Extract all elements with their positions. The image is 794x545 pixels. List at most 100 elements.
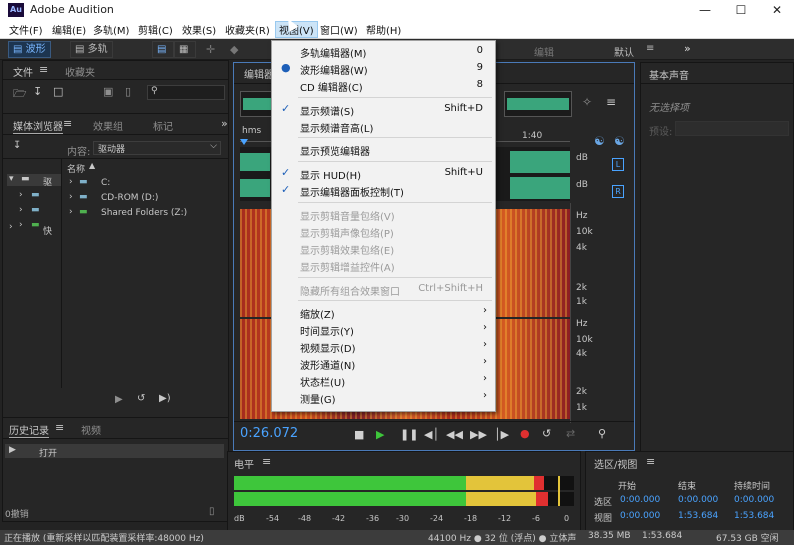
menu-item-waveform-channels[interactable]: 波形通道(N) › <box>272 355 495 372</box>
preset-select[interactable] <box>675 121 789 136</box>
expand-icon[interactable]: › <box>9 222 13 232</box>
menu-window[interactable]: 窗口(W) <box>320 22 358 37</box>
menu-item-multitrack-editor[interactable]: 多轨编辑器(M) 0 <box>272 43 495 60</box>
tab-media-browser[interactable]: 媒体浏览器 <box>13 118 63 134</box>
delete-icon[interactable]: ▯ <box>125 85 131 98</box>
timecode[interactable]: 0:26.072 <box>240 426 298 441</box>
move-tool-icon[interactable]: ✛ <box>206 43 215 56</box>
menu-file[interactable]: 文件(F) <box>9 22 43 37</box>
tab-video[interactable]: 视频 <box>81 422 101 437</box>
headphones-icon[interactable]: ☯ <box>594 134 605 148</box>
skip-forward-icon[interactable]: │▶ <box>494 428 509 441</box>
menu-item-video-display[interactable]: 视频显示(D) › <box>272 338 495 355</box>
menu-item-show-spectral[interactable]: ✓ 显示频谱(S) Shift+D <box>272 101 495 118</box>
expand-icon[interactable]: › <box>19 205 23 215</box>
maximize-icon[interactable]: ☐ <box>724 0 758 20</box>
menu-item-metering[interactable]: 测量(G) › <box>272 389 495 406</box>
new-file-icon[interactable]: □ <box>53 85 63 98</box>
view-duration[interactable]: 1:53.684 <box>734 511 774 521</box>
menu-effects[interactable]: 效果(S) <box>182 22 216 37</box>
playhead-icon[interactable] <box>240 139 248 145</box>
panel-menu-icon[interactable]: ≡ <box>39 63 48 76</box>
view-end[interactable]: 1:53.684 <box>678 511 718 521</box>
tab-editor[interactable]: 编辑器 <box>244 66 274 81</box>
skip-back-icon[interactable]: ◀│ <box>424 428 439 441</box>
waveform-view-button[interactable]: ▤ 波形 <box>8 41 51 58</box>
tab-markers[interactable]: 标记 <box>153 118 173 133</box>
menu-item-zoom[interactable]: 缩放(Z) › <box>272 304 495 321</box>
selection-end[interactable]: 0:00.000 <box>678 495 718 505</box>
rewind-icon[interactable]: ◀◀ <box>446 428 463 441</box>
zoom-icon[interactable]: ⚲ <box>598 427 606 440</box>
left-tree-label[interactable]: 快 <box>43 224 52 237</box>
skip-selection-icon[interactable]: ⇄ <box>566 427 575 440</box>
list-item[interactable]: › ▬ CD-ROM (D:) <box>69 191 219 205</box>
column-header: 结束 <box>678 482 697 492</box>
menu-item-time-display[interactable]: 时间显示(Y) › <box>272 321 495 338</box>
list-item[interactable]: › ▬ C: <box>69 176 219 190</box>
delete-icon[interactable]: ▯ <box>209 506 215 517</box>
loop-icon[interactable]: ↺ <box>542 427 551 440</box>
menu-edit[interactable]: 编辑(E) <box>52 22 86 37</box>
loop-icon[interactable]: ↺ <box>137 393 145 404</box>
multitrack-view-button[interactable]: ▤ 多轨 <box>70 41 113 58</box>
menu-item-show-pitch[interactable]: 显示频谱音高(L) <box>272 118 495 135</box>
save-icon[interactable]: ▣ <box>103 85 113 98</box>
tab-favorites[interactable]: 收藏夹 <box>65 64 95 79</box>
panel-menu-icon[interactable]: ≡ <box>262 455 271 468</box>
list-item[interactable]: › ▬ Shared Folders (Z:) <box>69 206 219 220</box>
panel-menu-icon[interactable]: ≡ <box>55 421 64 434</box>
overflow-icon[interactable]: » <box>684 42 691 55</box>
menu-clip[interactable]: 剪辑(C) <box>138 22 173 37</box>
tab-files[interactable]: 文件 <box>13 64 33 79</box>
menu-multitrack[interactable]: 多轨(M) <box>93 22 129 37</box>
spectral-display-icon[interactable]: ▤ <box>152 41 174 58</box>
pitch-display-icon[interactable]: ▦ <box>174 41 196 58</box>
expand-icon[interactable]: › <box>19 190 23 200</box>
tab-history[interactable]: 历史记录 <box>9 422 49 438</box>
stop-icon[interactable]: ■ <box>354 428 364 441</box>
zoom-pin-icon[interactable]: ✧ <box>582 95 592 109</box>
import-icon[interactable]: ↧ <box>33 85 42 98</box>
menu-item-show-preview-editor[interactable]: 显示预览编辑器 <box>272 141 495 158</box>
workspace-default[interactable]: 默认 <box>614 44 634 59</box>
panel-menu-icon[interactable]: ≡ <box>646 455 655 468</box>
workspace-menu-icon[interactable]: ≡ <box>646 43 654 54</box>
history-item[interactable]: ▶ 打开 <box>5 444 224 459</box>
menu-item-show-panel-controls[interactable]: ✓ 显示编辑器面板控制(T) <box>272 182 495 199</box>
selection-start[interactable]: 0:00.000 <box>620 495 660 505</box>
menu-item-status-bar[interactable]: 状态栏(U) › <box>272 372 495 389</box>
tab-effects-rack[interactable]: 效果组 <box>93 118 123 133</box>
name-column-header[interactable]: 名称 <box>67 162 85 175</box>
edit-workspace-label[interactable]: 编辑 <box>534 44 554 59</box>
play-icon[interactable]: ▶ <box>376 428 384 441</box>
play-icon[interactable]: ▶ <box>115 394 123 405</box>
expand-icon[interactable]: › <box>19 220 23 230</box>
open-folder-icon[interactable]: 🗁 <box>13 85 27 104</box>
file-search-input[interactable]: ⚲ <box>147 85 225 100</box>
close-icon[interactable]: ✕ <box>760 0 794 20</box>
overflow-icon[interactable]: » <box>221 117 228 130</box>
selection-duration[interactable]: 0:00.000 <box>734 495 774 505</box>
overview-right[interactable] <box>504 91 572 117</box>
menu-item-waveform-editor[interactable]: ● 波形编辑器(W) 9 <box>272 60 495 77</box>
panel-menu-icon[interactable]: ≡ <box>63 117 72 130</box>
channel-left-button[interactable]: L <box>612 158 624 171</box>
fast-forward-icon[interactable]: ▶▶ <box>470 428 487 441</box>
view-start[interactable]: 0:00.000 <box>620 511 660 521</box>
menu-help[interactable]: 帮助(H) <box>366 22 401 37</box>
import-icon[interactable]: ↧ <box>13 140 21 151</box>
minimize-icon[interactable]: — <box>688 0 722 20</box>
razor-tool-icon[interactable]: ◆ <box>230 43 238 56</box>
menu-favorites[interactable]: 收藏夹(R) <box>225 22 270 37</box>
menu-item-cd-editor[interactable]: CD 编辑器(C) 8 <box>272 77 495 94</box>
autoplay-icon[interactable]: ▶) <box>159 393 171 404</box>
record-icon[interactable]: ● <box>520 427 530 440</box>
menu-item-show-hud[interactable]: ✓ 显示 HUD(H) Shift+U <box>272 165 495 182</box>
left-tree-row[interactable]: ▾ ▬ 驱 <box>7 174 61 188</box>
pause-icon[interactable]: ❚❚ <box>400 428 418 441</box>
content-select[interactable]: 驱动器 ⌵ <box>93 141 221 155</box>
channel-right-button[interactable]: R <box>612 185 624 198</box>
microphone-icon[interactable]: ☯ <box>614 134 625 148</box>
list-icon[interactable]: ≡ <box>606 95 616 109</box>
